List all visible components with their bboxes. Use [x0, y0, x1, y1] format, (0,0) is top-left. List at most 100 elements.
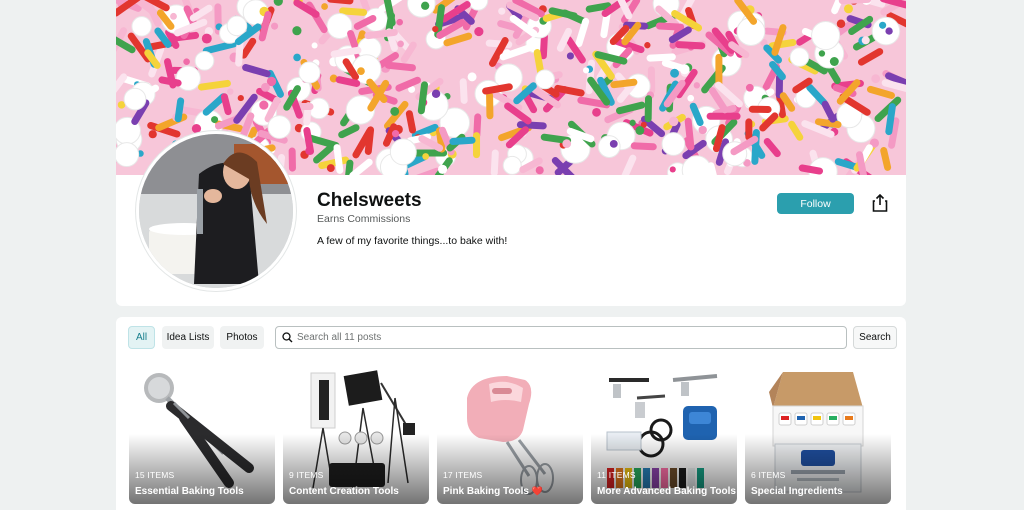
sprinkle [655, 22, 685, 31]
sprinkle [609, 139, 618, 148]
sprinkle [566, 52, 574, 60]
idea-list-card-essential-baking-tools[interactable]: 15 ITEMS Essential Baking Tools [129, 358, 275, 504]
sprinkle [871, 74, 881, 84]
sprinkle [811, 20, 841, 51]
card-title-text: Pink Baking Tools [443, 486, 529, 497]
sprinkle [298, 61, 321, 84]
sprinkle [748, 105, 772, 114]
sprinkle [183, 58, 190, 66]
sprinkle [843, 4, 853, 14]
sprinkle [227, 88, 234, 95]
sprinkle [661, 132, 686, 156]
sprinkle [789, 47, 810, 67]
sprinkle [535, 166, 544, 175]
sprinkle [148, 130, 157, 139]
sprinkle [467, 72, 477, 82]
tab-photos[interactable]: Photos [220, 326, 264, 349]
profile-bio: A few of my favorite things...to bake wi… [317, 235, 508, 247]
sprinkle [818, 50, 826, 57]
sprinkle [226, 15, 248, 37]
sprinkle [237, 94, 244, 102]
sprinkle [502, 155, 522, 175]
sprinkle [116, 142, 140, 168]
tab-all[interactable]: All [128, 326, 155, 349]
sprinkle [670, 68, 680, 78]
share-button[interactable] [869, 192, 891, 214]
sprinkle [486, 91, 494, 120]
sprinkle [194, 50, 215, 71]
card-item-count: 11 ITEMS [597, 470, 636, 480]
sprinkle [473, 132, 481, 159]
tab-idea-lists[interactable]: Idea Lists [162, 326, 214, 349]
sprinkle [630, 142, 657, 151]
sprinkle [679, 64, 690, 75]
sprinkle [201, 33, 212, 44]
sprinkle [293, 53, 301, 62]
sprinkle [829, 57, 839, 66]
sprinkle [669, 166, 676, 173]
sprinkle [326, 164, 335, 173]
idea-list-card-more-advanced-baking-tools[interactable]: 11 ITEMS More Advanced Baking Tools [591, 358, 737, 504]
share-icon [872, 194, 888, 212]
card-title: Essential Baking Tools [135, 486, 244, 497]
sprinkle [706, 112, 741, 120]
sprinkle [305, 146, 314, 155]
sprinkle [397, 40, 404, 48]
sprinkle [885, 27, 893, 35]
card-item-count: 9 ITEMS [289, 470, 324, 480]
sprinkle [629, 119, 636, 126]
sprinkle [422, 153, 430, 160]
sprinkle [131, 16, 152, 37]
heart-emoji-icon: ❤️ [531, 486, 543, 496]
avatar[interactable] [136, 131, 296, 291]
sprinkle [261, 82, 270, 92]
sprinkle [170, 12, 177, 20]
sprinkle [431, 89, 441, 98]
avatar-photo [139, 134, 293, 288]
sprinkle [357, 67, 365, 75]
sprinkle [267, 115, 292, 139]
sprinkle [498, 7, 506, 15]
sprinkle [389, 138, 417, 166]
sprinkle [271, 22, 279, 30]
sprinkle [123, 87, 147, 111]
sprinkle [459, 78, 468, 104]
sprinkle [390, 106, 400, 116]
sprinkle [211, 116, 219, 124]
sprinkle [644, 42, 651, 49]
sprinkle [421, 1, 430, 10]
idea-list-card-special-ingredients[interactable]: 6 ITEMS Special Ingredients [745, 358, 891, 504]
card-title: Pink Baking Tools ❤️ [443, 486, 543, 497]
sprinkle [879, 21, 887, 29]
sprinkle [437, 164, 448, 174]
sprinkle [474, 26, 484, 37]
sprinkle [592, 107, 601, 117]
sprinkle [321, 3, 328, 10]
card-title: Special Ingredients [751, 486, 843, 497]
sprinkle [635, 126, 645, 135]
follow-button[interactable]: Follow [777, 193, 854, 214]
idea-list-card-content-creation-tools[interactable]: 9 ITEMS Content Creation Tools [283, 358, 429, 504]
sprinkle [698, 125, 707, 135]
sprinkle [502, 49, 512, 58]
search-icon [282, 332, 293, 343]
sprinkle [562, 139, 572, 149]
card-item-count: 6 ITEMS [751, 470, 786, 480]
sprinkle [175, 65, 201, 91]
sprinkle [582, 67, 590, 74]
profile-name: Chelsweets [317, 190, 422, 211]
sprinkle [687, 94, 695, 102]
search-button[interactable]: Search [853, 326, 897, 349]
sprinkle [534, 69, 555, 90]
card-title: More Advanced Baking Tools [597, 486, 736, 497]
sprinkle [292, 26, 302, 36]
sprinkle [391, 129, 400, 138]
idea-list-card-pink-baking-tools[interactable]: 17 ITEMS Pink Baking Tools ❤️ [437, 358, 583, 504]
sprinkle [288, 147, 296, 172]
search-box[interactable] [275, 326, 847, 349]
sprinkle [490, 149, 499, 175]
sprinkle [861, 36, 870, 45]
sprinkle [836, 19, 846, 28]
search-input[interactable] [297, 332, 817, 343]
sprinkle [644, 95, 653, 123]
